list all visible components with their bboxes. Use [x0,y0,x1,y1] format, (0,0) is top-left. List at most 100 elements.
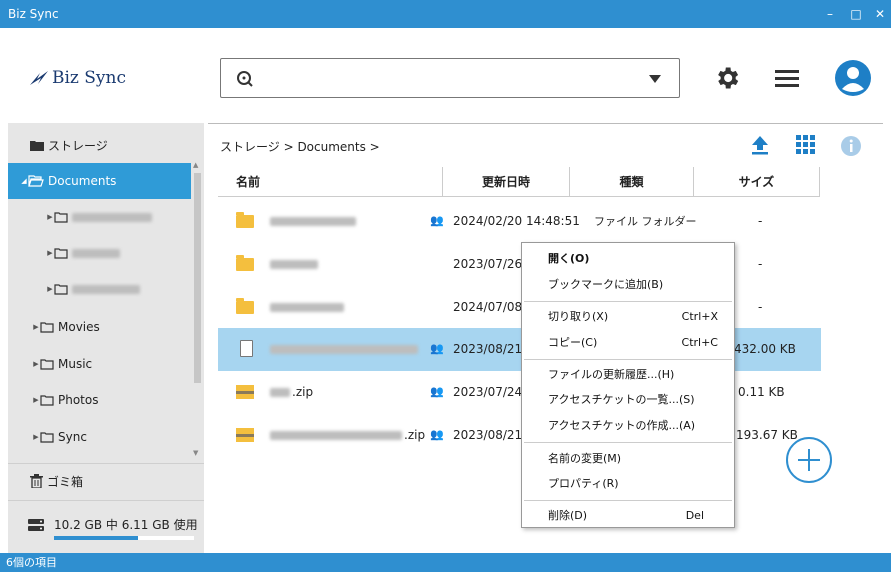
folder-icon [40,431,54,443]
sidebar-item-label: ストレージ [48,138,108,153]
menu-item-label: 名前の変更(M) [548,452,622,465]
column-header-name[interactable]: 名前 [218,167,443,197]
maximize-button[interactable]: □ [846,4,866,24]
sidebar-item-label: Photos [58,393,99,407]
sidebar-item-subfolder[interactable]: ▶ [8,199,191,235]
folder-icon [30,140,44,151]
sidebar-item-music[interactable]: ▶ Music [8,346,191,382]
menu-item-label: アクセスチケットの一覧...(S) [548,393,695,406]
collapsed-arrow-icon[interactable]: ▶ [46,249,54,257]
grid-view-icon[interactable] [796,135,816,155]
app-header: Biz Sync [0,28,891,123]
sidebar-item-documents[interactable]: ◢ Documents [8,163,191,199]
row-date: 2024/02/20 14:48:51 [453,214,580,228]
menu-icon[interactable] [773,64,801,92]
scrollbar-thumb[interactable] [194,173,201,383]
shared-users-icon: 👥 [430,385,444,398]
logo-icon [30,71,48,85]
shared-users-icon: 👥 [430,214,444,227]
sidebar-divider [8,500,204,501]
zip-file-icon [236,385,254,399]
blurred-folder-name [72,284,140,294]
column-header-type[interactable]: 種類 [570,167,694,197]
menu-item-label: ブックマークに追加(B) [548,278,664,291]
scroll-down-arrow-icon[interactable]: ▼ [193,449,198,457]
menu-item-ticket-create[interactable]: アクセスチケットの作成...(A) [522,413,734,439]
sidebar: ストレージ ◢ Documents ▶ ▶ ▶ ▶ Movies ▶ Music [8,123,204,553]
sidebar-item-label: Sync [58,430,87,444]
folder-icon [54,211,68,223]
expanded-arrow-icon[interactable]: ◢ [20,177,28,185]
logo-text: Biz Sync [52,68,127,88]
trash-icon [30,474,43,488]
sidebar-item-movies[interactable]: ▶ Movies [8,309,191,345]
folder-icon [54,247,68,259]
sidebar-item-sync[interactable]: ▶ Sync [8,419,191,455]
sidebar-item-storage[interactable]: ストレージ [8,127,191,163]
sidebar-scrollbar[interactable]: ▲ ▼ [191,161,204,461]
menu-item-delete[interactable]: 削除(D) Del [522,503,734,529]
close-button[interactable]: ✕ [870,4,890,24]
folder-icon [236,255,254,271]
menu-item-rename[interactable]: 名前の変更(M) [522,446,734,472]
menu-item-label: 切り取り(X) [548,310,609,323]
sidebar-item-label: Documents [48,174,117,188]
blurred-file-name [270,217,356,226]
row-name-extension: .zip [404,428,426,442]
menu-item-cut[interactable]: 切り取り(X) Ctrl+X [522,304,734,330]
shared-users-icon: 👥 [430,342,444,355]
add-button[interactable] [786,437,832,483]
collapsed-arrow-icon[interactable]: ▶ [32,433,40,441]
sidebar-item-subfolder[interactable]: ▶ [8,271,191,307]
menu-item-copy[interactable]: コピー(C) Ctrl+C [522,330,734,356]
minimize-button[interactable]: – [820,4,840,24]
menu-separator [524,359,732,360]
context-menu: 開く(O) ブックマークに追加(B) 切り取り(X) Ctrl+X コピー(C) C… [521,242,735,528]
sidebar-item-trash[interactable]: ゴミ箱 [8,463,191,499]
row-name-extension: .zip [292,385,314,399]
search-dropdown-icon[interactable] [649,75,661,83]
user-avatar-icon[interactable] [835,60,871,96]
file-row[interactable]: 👥 2024/02/20 14:48:51 ファイル フォルダー - [218,200,821,243]
collapsed-arrow-icon[interactable]: ▶ [46,285,54,293]
collapsed-arrow-icon[interactable]: ▶ [32,360,40,368]
sidebar-item-label: Music [58,357,93,371]
folder-icon [54,283,68,295]
column-header-updated[interactable]: 更新日時 [443,167,570,197]
scroll-up-arrow-icon[interactable]: ▲ [193,161,198,169]
menu-item-bookmark[interactable]: ブックマークに追加(B) [522,272,734,298]
status-bar: 6個の項目 [0,553,891,572]
collapsed-arrow-icon[interactable]: ▶ [32,323,40,331]
collapsed-arrow-icon[interactable]: ▶ [32,396,40,404]
menu-item-open[interactable]: 開く(O) [522,246,734,272]
blurred-file-name [270,260,318,269]
upload-icon[interactable] [751,135,769,155]
search-box[interactable] [220,58,680,98]
column-header-size[interactable]: サイズ [694,167,820,197]
sidebar-item-subfolder[interactable]: ▶ [8,235,191,271]
menu-shortcut: Ctrl+X [681,310,718,323]
menu-item-label: ファイルの更新履歴...(H) [548,368,675,381]
sidebar-item-photos[interactable]: ▶ Photos [8,382,191,418]
row-size: 432.00 KB [734,342,796,356]
collapsed-arrow-icon[interactable]: ▶ [46,213,54,221]
menu-item-history[interactable]: ファイルの更新履歴...(H) [522,362,734,388]
pdf-file-icon [240,340,253,357]
folder-icon [40,394,54,406]
settings-gear-icon[interactable] [713,64,741,92]
folder-icon [236,212,254,228]
breadcrumb[interactable]: ストレージ > Documents > [220,138,380,155]
menu-separator [524,301,732,302]
shared-users-icon: 👥 [430,428,444,441]
row-size: 0.11 KB [738,385,785,399]
menu-item-ticket-list[interactable]: アクセスチケットの一覧...(S) [522,387,734,413]
menu-item-properties[interactable]: プロパティ(R) [522,471,734,497]
menu-shortcut: Del [685,509,704,522]
item-count: 6個の項目 [6,556,57,569]
row-size: - [758,300,763,314]
header-divider [208,123,883,124]
info-icon[interactable] [840,135,862,157]
menu-item-label: 削除(D) [548,509,588,522]
blurred-file-name [270,431,402,440]
sidebar-item-label: Movies [58,320,100,334]
